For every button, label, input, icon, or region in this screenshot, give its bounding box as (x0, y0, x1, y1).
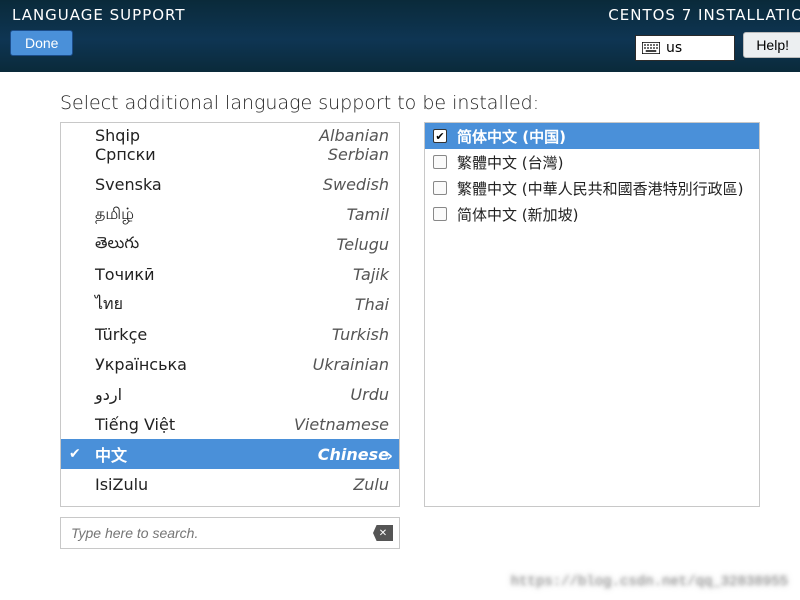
language-native-label: Точикӣ (95, 265, 353, 284)
language-english-label: Tamil (347, 205, 389, 224)
locale-checkbox[interactable] (433, 155, 447, 169)
language-native-label: Українська (95, 355, 313, 374)
language-english-label: Thai (355, 295, 389, 314)
prompt-label: Select additional language support to be… (60, 92, 760, 114)
language-row[interactable]: ไทยThai (61, 289, 399, 319)
locale-checkbox[interactable]: ✔ (433, 129, 447, 143)
help-button[interactable]: Help! (743, 32, 800, 58)
language-english-label: Chinese (318, 445, 389, 464)
locale-label: 简体中文 (中国) (457, 126, 566, 147)
page-title: LANGUAGE SUPPORT (12, 6, 186, 24)
language-native-label: Српски (95, 145, 328, 164)
locale-row[interactable]: 简体中文 (新加坡) (425, 201, 759, 227)
locale-row[interactable]: 繁體中文 (台灣) (425, 149, 759, 175)
locale-checkbox[interactable] (433, 207, 447, 221)
keyboard-layout-indicator[interactable]: us (635, 35, 735, 61)
language-english-label: Urdu (350, 385, 389, 404)
search-input[interactable] (71, 525, 373, 541)
chevron-right-icon: › (386, 446, 393, 465)
language-native-label: Tiếng Việt (95, 415, 294, 434)
language-english-label: Serbian (328, 145, 389, 164)
language-row[interactable]: SvenskaSwedish (61, 169, 399, 199)
language-row[interactable]: తెలుగుTelugu (61, 229, 399, 259)
language-native-label: தமிழ் (95, 204, 347, 225)
content-area: Select additional language support to be… (0, 72, 800, 549)
search-clear-icon[interactable]: ✕ (373, 525, 393, 541)
language-english-label: Tajik (353, 265, 389, 284)
language-english-label: Turkish (332, 325, 389, 344)
language-row[interactable]: தமிழ்Tamil (61, 199, 399, 229)
language-row[interactable]: ✔ 中文Chinese› (61, 439, 399, 469)
language-native-label: IsiZulu (95, 475, 353, 494)
language-row[interactable]: اردوUrdu (61, 379, 399, 409)
language-native-label: ไทย (95, 292, 355, 317)
language-list[interactable]: ShqipAlbanianСрпскиSerbianSvenskaSwedish… (60, 122, 400, 507)
locale-label: 繁體中文 (台灣) (457, 152, 563, 173)
language-english-label: Telugu (336, 235, 389, 254)
keyboard-icon (642, 42, 660, 54)
language-row[interactable]: Tiếng ViệtVietnamese (61, 409, 399, 439)
language-english-label: Ukrainian (313, 355, 389, 374)
locale-label: 繁體中文 (中華人民共和國香港特別行政區) (457, 178, 743, 199)
language-row[interactable]: ShqipAlbanian (61, 123, 399, 139)
language-panel: ShqipAlbanianСрпскиSerbianSvenskaSwedish… (60, 122, 400, 549)
language-english-label: Swedish (323, 175, 389, 194)
language-native-label: Svenska (95, 175, 323, 194)
locale-row[interactable]: 繁體中文 (中華人民共和國香港特別行政區) (425, 175, 759, 201)
search-box[interactable]: ✕ (60, 517, 400, 549)
language-english-label: Zulu (353, 475, 389, 494)
done-button[interactable]: Done (10, 30, 73, 56)
language-native-label: اردو (95, 385, 350, 404)
product-title: CENTOS 7 INSTALLATIO (608, 6, 800, 24)
language-english-label: Vietnamese (294, 415, 389, 434)
keyboard-layout-label: us (666, 40, 682, 56)
language-row[interactable]: СрпскиSerbian (61, 139, 399, 169)
language-native-label: 中文 (95, 442, 318, 466)
language-row[interactable]: TürkçeTurkish (61, 319, 399, 349)
language-row[interactable]: УкраїнськаUkrainian (61, 349, 399, 379)
locale-checkbox[interactable] (433, 181, 447, 195)
locale-row[interactable]: ✔ 简体中文 (中国) (425, 123, 759, 149)
watermark: https://blog.csdn.net/qq_32838955 (511, 574, 788, 590)
check-icon: ✔ (69, 446, 83, 460)
language-row[interactable]: IsiZuluZulu (61, 469, 399, 499)
language-native-label: తెలుగు (95, 233, 336, 256)
topbar: LANGUAGE SUPPORT CENTOS 7 INSTALLATIO Do… (0, 0, 800, 72)
locale-label: 简体中文 (新加坡) (457, 204, 578, 225)
language-row[interactable]: ТочикӣTajik (61, 259, 399, 289)
language-native-label: Türkçe (95, 325, 332, 344)
locale-list[interactable]: ✔ 简体中文 (中国) 繁體中文 (台灣) 繁體中文 (中華人民共和國香港特別行政區)… (424, 122, 760, 507)
locale-panel: ✔ 简体中文 (中国) 繁體中文 (台灣) 繁體中文 (中華人民共和國香港特別行政區)… (424, 122, 760, 549)
